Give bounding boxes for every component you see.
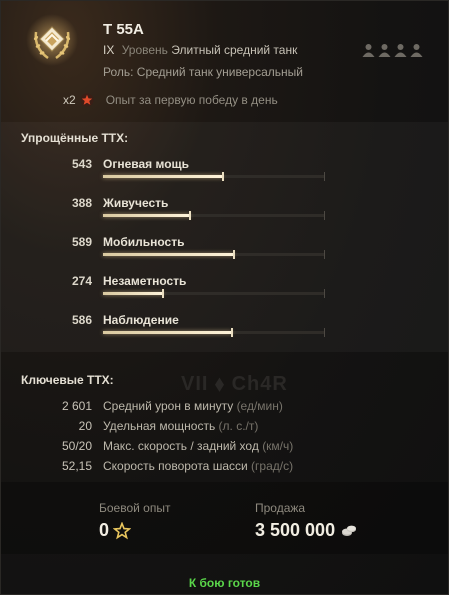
key-stat-label: Средний урон в минуту (ед/мин) <box>103 399 283 413</box>
key-stat-unit: (град/с) <box>251 459 294 473</box>
stat-row-survivability: 388 Живучесть <box>1 196 448 230</box>
sale-value-wrap: 3 500 000 <box>255 520 357 541</box>
elite-medium-tank-emblem-icon <box>26 14 78 66</box>
xp-description: Опыт за первую победу в день <box>105 93 278 107</box>
stat-bar-marker <box>161 289 164 298</box>
stat-label: Незаметность <box>103 274 187 288</box>
stat-row-firepower: 543 Огневая мощь <box>1 157 448 191</box>
stat-bar-end <box>324 289 325 298</box>
stat-bar-marker <box>221 172 224 181</box>
tier-word: Уровень <box>121 43 168 57</box>
stat-value: 274 <box>71 274 92 288</box>
stat-bar <box>103 211 325 220</box>
key-stat-value: 2 601 <box>61 399 92 413</box>
xp-multiplier: x2 <box>63 93 76 107</box>
key-stat-unit: (км/ч) <box>262 439 294 453</box>
crew-member-icon <box>394 44 407 57</box>
key-stat-label: Удельная мощность (л. с./т) <box>103 419 259 433</box>
sale-price: 3 500 000 <box>255 520 336 540</box>
simplified-stats-title: Упрощённые ТТХ: <box>21 131 129 145</box>
battle-xp-value-wrap: 0 <box>99 520 132 541</box>
key-stat-row: 2 601 Средний урон в минуту (ед/мин) <box>1 399 448 417</box>
sale-label: Продажа <box>255 501 306 515</box>
ready-status: К бою готов <box>188 576 261 590</box>
battle-xp-label: Боевой опыт <box>99 501 171 515</box>
stat-bar <box>103 172 325 181</box>
stat-bar-fill <box>103 253 234 256</box>
stat-value: 586 <box>71 313 92 327</box>
stat-bar-end <box>324 172 325 181</box>
tier-numeral: IX <box>103 43 115 57</box>
tank-name: T 55A <box>103 21 144 38</box>
crew-member-icon <box>378 44 391 57</box>
tier-line: IX Уровень Элитный средний танк <box>103 43 297 57</box>
xp-star-icon <box>113 521 132 539</box>
stat-label: Живучесть <box>103 196 169 210</box>
stat-bar-end <box>324 250 325 259</box>
stat-row-mobility: 589 Мобильность <box>1 235 448 269</box>
key-stat-unit: (л. с./т) <box>218 419 259 433</box>
key-stat-row: 20 Удельная мощность (л. с./т) <box>1 419 448 437</box>
stat-label: Огневая мощь <box>103 157 190 171</box>
tank-role: Роль: Средний танк универсальный <box>103 65 303 79</box>
tank-class: Элитный средний танк <box>171 43 298 57</box>
crew-icons <box>362 43 423 57</box>
stat-bar-marker <box>188 211 191 220</box>
stat-row-concealment: 274 Незаметность <box>1 274 448 308</box>
stat-bar-marker <box>232 250 235 259</box>
stat-label: Наблюдение <box>103 313 179 327</box>
stat-value: 543 <box>71 157 92 171</box>
stat-row-spotting: 586 Наблюдение <box>1 313 448 347</box>
star-icon <box>80 93 94 107</box>
crew-member-icon <box>362 44 375 57</box>
key-stat-value: 52,15 <box>61 459 92 473</box>
stat-bar-fill <box>103 292 163 295</box>
stat-value: 388 <box>71 196 92 210</box>
key-stat-value: 20 <box>78 419 92 433</box>
first-win-xp-row: x2 Опыт за первую победу в день <box>63 93 278 107</box>
key-stat-label: Скорость поворота шасси (град/с) <box>103 459 294 473</box>
stat-bar-fill <box>103 214 190 217</box>
footer-section <box>1 482 448 554</box>
nation-watermark: VII ⬧ Ch4R <box>181 373 288 395</box>
key-stat-row: 50/20 Макс. скорость / задний ход (км/ч) <box>1 439 448 457</box>
stat-bar <box>103 289 325 298</box>
crew-member-icon <box>410 44 423 57</box>
stat-bar <box>103 328 325 337</box>
key-stat-unit: (ед/мин) <box>236 399 283 413</box>
stat-bar-fill <box>103 331 232 334</box>
tank-tooltip: T 55A IX Уровень Элитный средний танк Ро… <box>0 0 449 595</box>
stat-bar-end <box>324 328 325 337</box>
stat-bar-end <box>324 211 325 220</box>
stat-value: 589 <box>71 235 92 249</box>
stat-bar-fill <box>103 175 223 178</box>
key-stat-value: 50/20 <box>61 439 92 453</box>
key-stat-label: Макс. скорость / задний ход (км/ч) <box>103 439 294 453</box>
credits-icon <box>342 525 357 536</box>
stat-bar-marker <box>230 328 233 337</box>
battle-xp-value: 0 <box>99 520 110 540</box>
key-stat-row: 52,15 Скорость поворота шасси (град/с) <box>1 459 448 477</box>
stat-bar <box>103 250 325 259</box>
stat-label: Мобильность <box>103 235 185 249</box>
key-stats-title: Ключевые ТТХ: <box>21 373 114 387</box>
